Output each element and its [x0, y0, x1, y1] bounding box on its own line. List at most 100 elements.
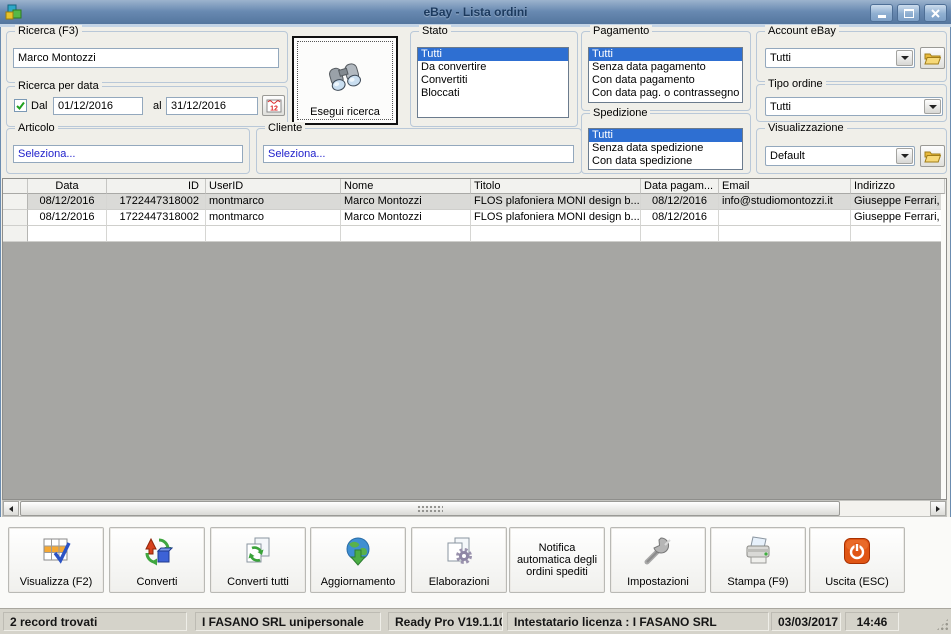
ricerca-data-group-label: Ricerca per data [15, 80, 102, 93]
empty-cell [851, 226, 945, 242]
stampa-button[interactable]: Stampa (F9) [710, 527, 806, 593]
bottom-toolbar: Visualizza (F2) Converti Converti tutti … [0, 517, 951, 608]
calendar-icon: 12 [266, 99, 281, 113]
button-label: Stampa (F9) [727, 576, 789, 588]
horizontal-scrollbar[interactable] [2, 500, 947, 517]
resize-grip-icon[interactable] [936, 618, 949, 631]
list-item[interactable]: Con data pag. o contrassegno [589, 87, 742, 100]
aggiornamento-button[interactable]: Aggiornamento [310, 527, 406, 593]
row-selector-cell[interactable] [3, 226, 28, 242]
converti-button[interactable]: Converti [109, 527, 205, 593]
cell-email[interactable] [719, 210, 851, 226]
titlebar[interactable]: eBay - Lista ordini [0, 0, 951, 24]
table-row[interactable]: 08/12/2016 1722447318002 montmarco Marco… [3, 194, 946, 210]
cell-indirizzo[interactable]: Giuseppe Ferrari, 1 [851, 194, 945, 210]
dropdown-button[interactable] [896, 50, 913, 66]
scroll-left-button[interactable] [3, 501, 19, 516]
visualizzazione-folder-button[interactable] [920, 145, 945, 167]
dropdown-button[interactable] [924, 99, 941, 114]
cell-email[interactable]: info@studiomontozzi.it [719, 194, 851, 210]
status-date: 03/03/2017 [771, 612, 841, 631]
maximize-button[interactable] [897, 4, 920, 22]
cell-userid[interactable]: montmarco [206, 194, 341, 210]
column-header-userid[interactable]: UserID [206, 179, 341, 194]
binoculars-icon [294, 60, 396, 96]
column-header-data-pagamento[interactable]: Data pagam... [641, 179, 719, 194]
stato-group-label: Stato [419, 25, 451, 38]
visualizza-button[interactable]: Visualizza (F2) [8, 527, 104, 593]
list-item[interactable]: Convertiti [418, 74, 568, 87]
column-header-email[interactable]: Email [719, 179, 851, 194]
cell-nome[interactable]: Marco Montozzi [341, 210, 471, 226]
list-item[interactable]: Con data pagamento [589, 74, 742, 87]
pagamento-group: Pagamento Tutti Senza data pagamento Con… [581, 25, 751, 111]
uscita-button[interactable]: Uscita (ESC) [809, 527, 905, 593]
stato-group: Stato Tutti Da convertire Convertiti Blo… [410, 25, 578, 127]
table-header: Data ID UserID Nome Titolo Data pagam...… [3, 179, 946, 194]
row-selector-cell[interactable] [3, 194, 28, 210]
scrollbar-thumb[interactable] [20, 501, 840, 516]
window-controls [870, 4, 947, 22]
cell-titolo[interactable]: FLOS plafoniera MONI design b... [471, 210, 641, 226]
converti-tutti-button[interactable]: Converti tutti [210, 527, 306, 593]
column-header-data[interactable]: Data [28, 179, 107, 194]
grid-check-icon [9, 533, 103, 569]
list-item[interactable]: Con data spedizione [589, 155, 742, 168]
list-item[interactable]: Bloccati [418, 87, 568, 100]
chevron-down-icon [900, 56, 909, 60]
list-item[interactable]: Tutti [589, 48, 742, 61]
tipo-ordine-group-label: Tipo ordine [765, 78, 826, 91]
cell-id[interactable]: 1722447318002 [107, 210, 206, 226]
scroll-right-button[interactable] [930, 501, 946, 516]
list-item[interactable]: Senza data spedizione [589, 142, 742, 155]
pagamento-listbox[interactable]: Tutti Senza data pagamento Con data paga… [588, 47, 743, 103]
esegui-ricerca-button[interactable]: Esegui ricerca [292, 36, 398, 125]
cliente-group: Cliente Seleziona... [256, 122, 582, 174]
column-header-indirizzo[interactable]: Indirizzo [851, 179, 945, 194]
close-button[interactable] [924, 4, 947, 22]
spedizione-listbox[interactable]: Tutti Senza data spedizione Con data spe… [588, 128, 743, 170]
cell-userid[interactable]: montmarco [206, 210, 341, 226]
al-date-input[interactable]: 31/12/2016 [166, 97, 258, 115]
visualizzazione-group-label: Visualizzazione [765, 122, 847, 135]
impostazioni-button[interactable]: Impostazioni [610, 527, 706, 593]
empty-cell [107, 226, 206, 242]
cell-data[interactable]: 08/12/2016 [28, 194, 107, 210]
account-ebay-combo[interactable]: Tutti [765, 48, 915, 68]
list-item[interactable]: Tutti [589, 129, 742, 142]
articolo-selector[interactable]: Seleziona... [13, 145, 243, 163]
minimize-button[interactable] [870, 4, 893, 22]
button-label: Visualizza (F2) [19, 576, 93, 588]
column-header-nome[interactable]: Nome [341, 179, 471, 194]
table-row[interactable]: 08/12/2016 1722447318002 montmarco Marco… [3, 210, 946, 226]
table-row-empty[interactable] [3, 226, 946, 242]
dal-date-input[interactable]: 01/12/2016 [53, 97, 143, 115]
cell-nome[interactable]: Marco Montozzi [341, 194, 471, 210]
cell-indirizzo[interactable]: Giuseppe Ferrari, 1 [851, 210, 945, 226]
row-selector-cell[interactable] [3, 210, 28, 226]
column-header-selector[interactable] [3, 179, 28, 194]
cell-titolo[interactable]: FLOS plafoniera MONI design b... [471, 194, 641, 210]
dal-checkbox[interactable] [14, 99, 27, 112]
visualizzazione-combo[interactable]: Default [765, 146, 915, 166]
cell-data-pagamento[interactable]: 08/12/2016 [641, 210, 719, 226]
notifica-automatica-button[interactable]: Notifica automatica degli ordini spediti [509, 527, 605, 593]
calendar-button[interactable]: 12 [262, 95, 285, 116]
column-header-titolo[interactable]: Titolo [471, 179, 641, 194]
vertical-scroll-track [941, 194, 946, 499]
dropdown-button[interactable] [896, 148, 913, 164]
cell-data[interactable]: 08/12/2016 [28, 210, 107, 226]
cell-id[interactable]: 1722447318002 [107, 194, 206, 210]
stato-listbox[interactable]: Tutti Da convertire Convertiti Bloccati [417, 47, 569, 118]
ricerca-input[interactable]: Marco Montozzi [13, 48, 279, 68]
column-header-id[interactable]: ID [107, 179, 206, 194]
list-item[interactable]: Da convertire [418, 61, 568, 74]
cliente-selector[interactable]: Seleziona... [263, 145, 574, 163]
list-item[interactable]: Senza data pagamento [589, 61, 742, 74]
account-folder-button[interactable] [920, 47, 945, 69]
elaborazioni-button[interactable]: Elaborazioni [411, 527, 507, 593]
combo-value: Tutti [770, 100, 791, 113]
cell-data-pagamento[interactable]: 08/12/2016 [641, 194, 719, 210]
list-item[interactable]: Tutti [418, 48, 568, 61]
tipo-ordine-combo[interactable]: Tutti [765, 97, 943, 116]
